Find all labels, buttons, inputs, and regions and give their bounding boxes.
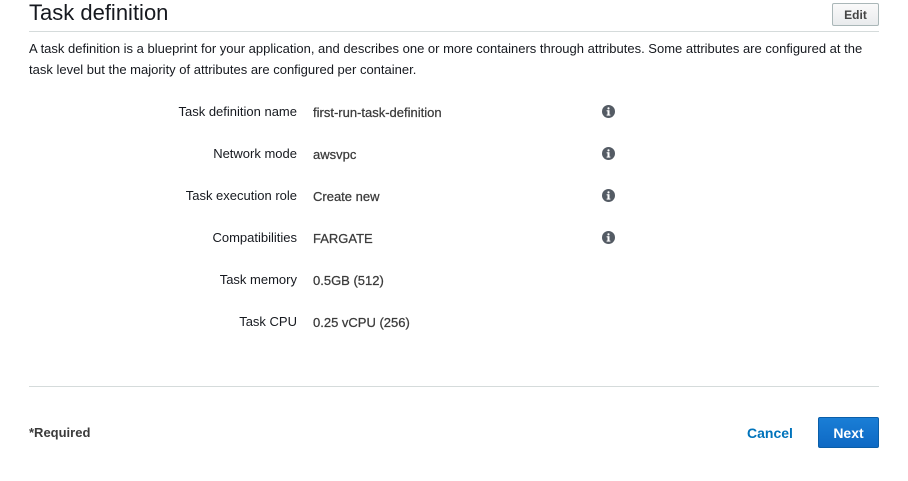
field-label: Compatibilities: [212, 230, 297, 245]
cancel-button[interactable]: Cancel: [737, 419, 803, 447]
info-icon[interactable]: [602, 189, 615, 202]
field-row-task-execution-role: Task execution role Create new: [0, 185, 908, 227]
edit-button[interactable]: Edit: [832, 3, 879, 26]
field-row-task-definition-name: Task definition name first-run-task-defi…: [0, 101, 908, 143]
page-title: Task definition: [29, 0, 169, 25]
field-row-task-memory: Task memory 0.5GB (512): [0, 269, 908, 311]
section-description: A task definition is a blueprint for you…: [29, 41, 863, 77]
field-row-task-cpu: Task CPU 0.25 vCPU (256): [0, 311, 908, 353]
required-note: *Required: [29, 425, 91, 440]
field-label: Task memory: [219, 272, 297, 287]
next-button[interactable]: Next: [818, 417, 879, 448]
field-value: Create new: [313, 189, 380, 204]
field-label: Network mode: [213, 146, 297, 161]
task-definition-panel: Task definition Edit A task definition i…: [0, 0, 908, 481]
section-header: Task definition Edit: [29, 0, 879, 32]
info-icon[interactable]: [602, 105, 615, 118]
field-value: FARGATE: [313, 231, 373, 246]
field-value: 0.25 vCPU (256): [313, 315, 410, 330]
info-icon[interactable]: [602, 231, 615, 244]
field-row-compatibilities: Compatibilities FARGATE: [0, 227, 908, 269]
field-label: Task execution role: [185, 188, 297, 203]
field-value: 0.5GB (512): [313, 273, 384, 288]
field-value: awsvpc: [313, 147, 357, 162]
field-label: Task definition name: [178, 104, 297, 119]
field-label: Task CPU: [239, 314, 297, 329]
info-icon[interactable]: [602, 147, 615, 160]
task-definition-fields: Task definition name first-run-task-defi…: [0, 101, 908, 353]
footer-divider: [29, 386, 879, 387]
field-row-network-mode: Network mode awsvpc: [0, 143, 908, 185]
field-value: first-run-task-definition: [313, 105, 442, 120]
